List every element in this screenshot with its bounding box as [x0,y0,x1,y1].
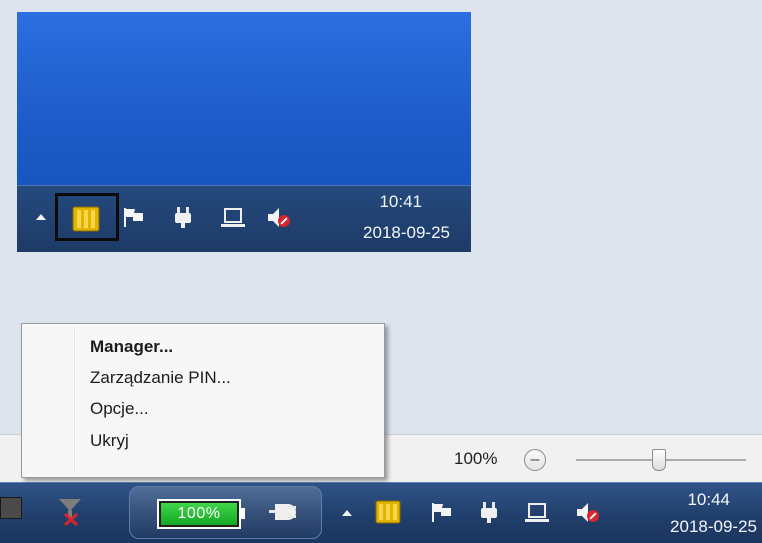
show-hidden-icons-arrow-icon[interactable] [36,213,46,221]
clock-time[interactable]: 10:41 [347,190,422,214]
zoom-percent[interactable]: 100% [454,449,497,469]
top-screenshot-desktop: 10:41 2018-09-25 [17,12,471,252]
volume-muted-icon[interactable] [266,205,292,231]
menu-item-manager[interactable]: Manager... [90,332,173,362]
bottom-taskbar: 100% 10:44 2018-09-25 [0,482,762,543]
menu-item-options[interactable]: Opcje... [90,394,149,424]
volume-muted-icon[interactable] [575,500,601,526]
clock-date[interactable]: 2018-09-25 [317,221,450,245]
network-icon[interactable] [524,502,550,524]
menu-gutter-separator [74,327,76,474]
plug-icon[interactable] [268,501,298,523]
app-icon-red-x-icon[interactable] [56,497,84,527]
battery-percent-label: 100% [177,505,221,522]
battery-icon[interactable]: 100% [157,499,241,529]
network-icon[interactable] [220,207,246,229]
sim-card-icon[interactable] [375,500,401,524]
power-plug-icon[interactable] [479,500,501,524]
zoom-out-button[interactable]: – [524,449,546,471]
show-hidden-icons-arrow-icon[interactable] [342,509,352,517]
clock-time[interactable]: 10:44 [660,488,730,512]
menu-item-hide[interactable]: Ukryj [90,426,129,456]
power-plug-icon[interactable] [173,205,195,229]
sim-card-icon[interactable] [72,206,100,232]
battery-tip [241,508,245,519]
zoom-slider-thumb[interactable] [652,449,666,471]
flag-icon[interactable] [429,500,453,524]
show-desktop-button[interactable] [0,497,22,519]
menu-item-pin-management[interactable]: Zarządzanie PIN... [90,363,231,393]
tray-context-menu: Manager... Zarządzanie PIN... Opcje... U… [21,323,385,478]
top-taskbar: 10:41 2018-09-25 [17,185,471,252]
flag-icon[interactable] [121,205,145,229]
clock-date[interactable]: 2018-09-25 [625,515,757,539]
